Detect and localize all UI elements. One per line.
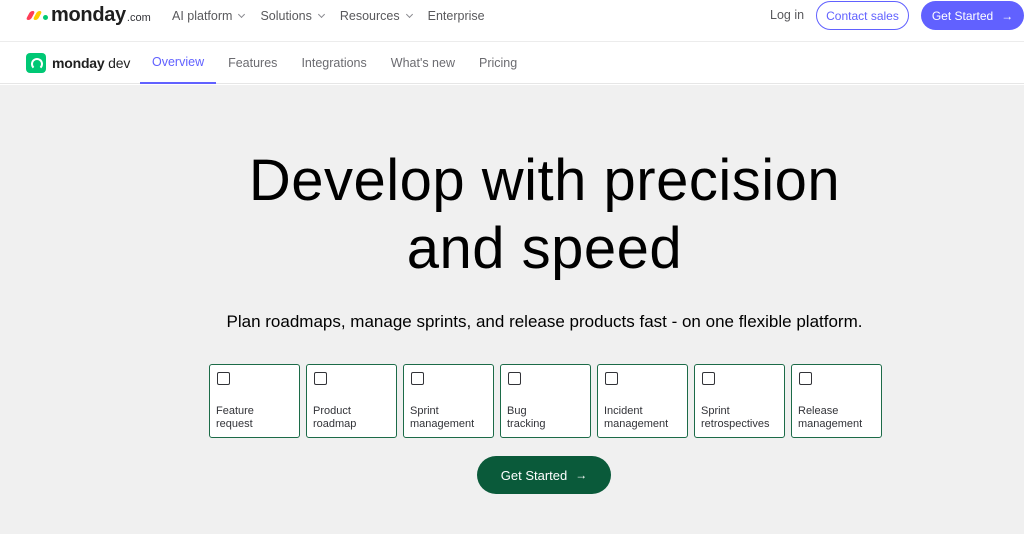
monday-logo[interactable]: monday .com — [25, 3, 151, 26]
nav-enterprise[interactable]: Enterprise — [428, 9, 485, 23]
headline-line-2: and speed — [406, 216, 683, 281]
checkbox[interactable] — [217, 372, 230, 385]
option-label-line: Sprint — [701, 405, 730, 417]
product-subnav: monday dev Overview Features Integration… — [0, 42, 1024, 84]
chevron-down-icon — [317, 10, 325, 19]
option-label-line: Bug — [507, 405, 527, 417]
option-label: Sprint management — [410, 405, 492, 431]
brand-tld: .com — [126, 11, 151, 24]
nav-label: Solutions — [260, 9, 312, 23]
hero-section: Develop with precision and speed Plan ro… — [0, 85, 1024, 534]
option-label-line: Release — [798, 405, 839, 417]
hero-get-started-button[interactable]: Get Started → — [477, 456, 611, 494]
product-name-bold: monday — [52, 55, 105, 71]
option-label: Incident management — [604, 405, 686, 431]
checkbox[interactable] — [411, 372, 424, 385]
hero-headline: Develop with precision and speed — [0, 147, 1024, 283]
checkbox[interactable] — [605, 372, 618, 385]
option-label-line: retrospectives — [701, 418, 770, 430]
checkbox[interactable] — [799, 372, 812, 385]
option-label-line: Incident — [604, 405, 643, 417]
checkbox[interactable] — [508, 372, 521, 385]
nav-label: Enterprise — [427, 9, 485, 23]
option-label: Bug tracking — [507, 405, 589, 431]
option-product-roadmap[interactable]: Product roadmap — [306, 364, 397, 438]
option-incident-management[interactable]: Incident management — [597, 364, 688, 438]
tab-overview[interactable]: Overview — [140, 42, 217, 84]
option-release-management[interactable]: Release management — [791, 364, 882, 438]
use-case-options: Feature request Product roadmap Sprint mana… — [209, 364, 882, 438]
headline-line-1: Develop with precision — [248, 148, 841, 213]
nav-label: AI platform — [172, 9, 233, 23]
arrow-right-icon: → — [1001, 8, 1014, 23]
tab-features[interactable]: Features — [216, 42, 289, 84]
option-feature-request[interactable]: Feature request — [209, 364, 300, 438]
nav-ai-platform[interactable]: AI platform — [172, 9, 246, 23]
option-bug-tracking[interactable]: Bug tracking — [500, 364, 591, 438]
login-link[interactable]: Log in — [770, 8, 804, 22]
main-nav: AI platform Solutions Resources Enterpri… — [172, 0, 501, 32]
option-sprint-management[interactable]: Sprint management — [403, 364, 494, 438]
checkbox[interactable] — [314, 372, 327, 385]
subnav-tabs: Overview Features Integrations What's ne… — [140, 42, 529, 84]
get-started-button[interactable]: Get Started → — [921, 1, 1024, 30]
cta-label: Get Started — [500, 467, 568, 483]
nav-label: Resources — [339, 9, 400, 23]
tab-pricing[interactable]: Pricing — [467, 42, 529, 84]
monday-logo-icon — [25, 10, 48, 20]
option-label-line: roadmap — [313, 418, 357, 430]
tab-whats-new[interactable]: What's new — [379, 42, 467, 84]
option-label-line: management — [798, 418, 863, 430]
checkbox[interactable] — [702, 372, 715, 385]
option-label-line: management — [604, 418, 669, 430]
get-started-label: Get Started — [931, 8, 994, 23]
product-name: monday dev — [52, 55, 130, 71]
option-label-line: Product — [313, 405, 351, 417]
contact-sales-button[interactable]: Contact sales — [816, 1, 909, 30]
arrow-right-icon: → — [575, 468, 588, 482]
top-navigation: monday .com AI platform Solutions Resour… — [0, 0, 1024, 42]
option-label-line: request — [216, 418, 253, 430]
chevron-down-icon — [405, 10, 413, 19]
product-name-light: dev — [104, 55, 131, 71]
hero-subtitle: Plan roadmaps, manage sprints, and relea… — [226, 312, 863, 331]
option-label: Feature request — [216, 405, 298, 431]
nav-resources[interactable]: Resources — [339, 9, 413, 23]
option-label: Release management — [798, 405, 880, 431]
option-sprint-retrospectives[interactable]: Sprint retrospectives — [694, 364, 785, 438]
nav-solutions[interactable]: Solutions — [260, 9, 325, 23]
option-label-line: tracking — [507, 418, 546, 430]
tab-integrations[interactable]: Integrations — [289, 42, 378, 84]
option-label: Sprint retrospectives — [701, 405, 783, 431]
chevron-down-icon — [238, 10, 246, 19]
option-label-line: Feature — [216, 405, 254, 417]
option-label: Product roadmap — [313, 405, 395, 431]
monday-dev-icon — [26, 53, 46, 73]
option-label-line: Sprint — [410, 405, 439, 417]
monday-dev-logo[interactable]: monday dev — [26, 53, 130, 73]
brand-name: monday — [51, 3, 126, 26]
option-label-line: management — [410, 418, 475, 430]
